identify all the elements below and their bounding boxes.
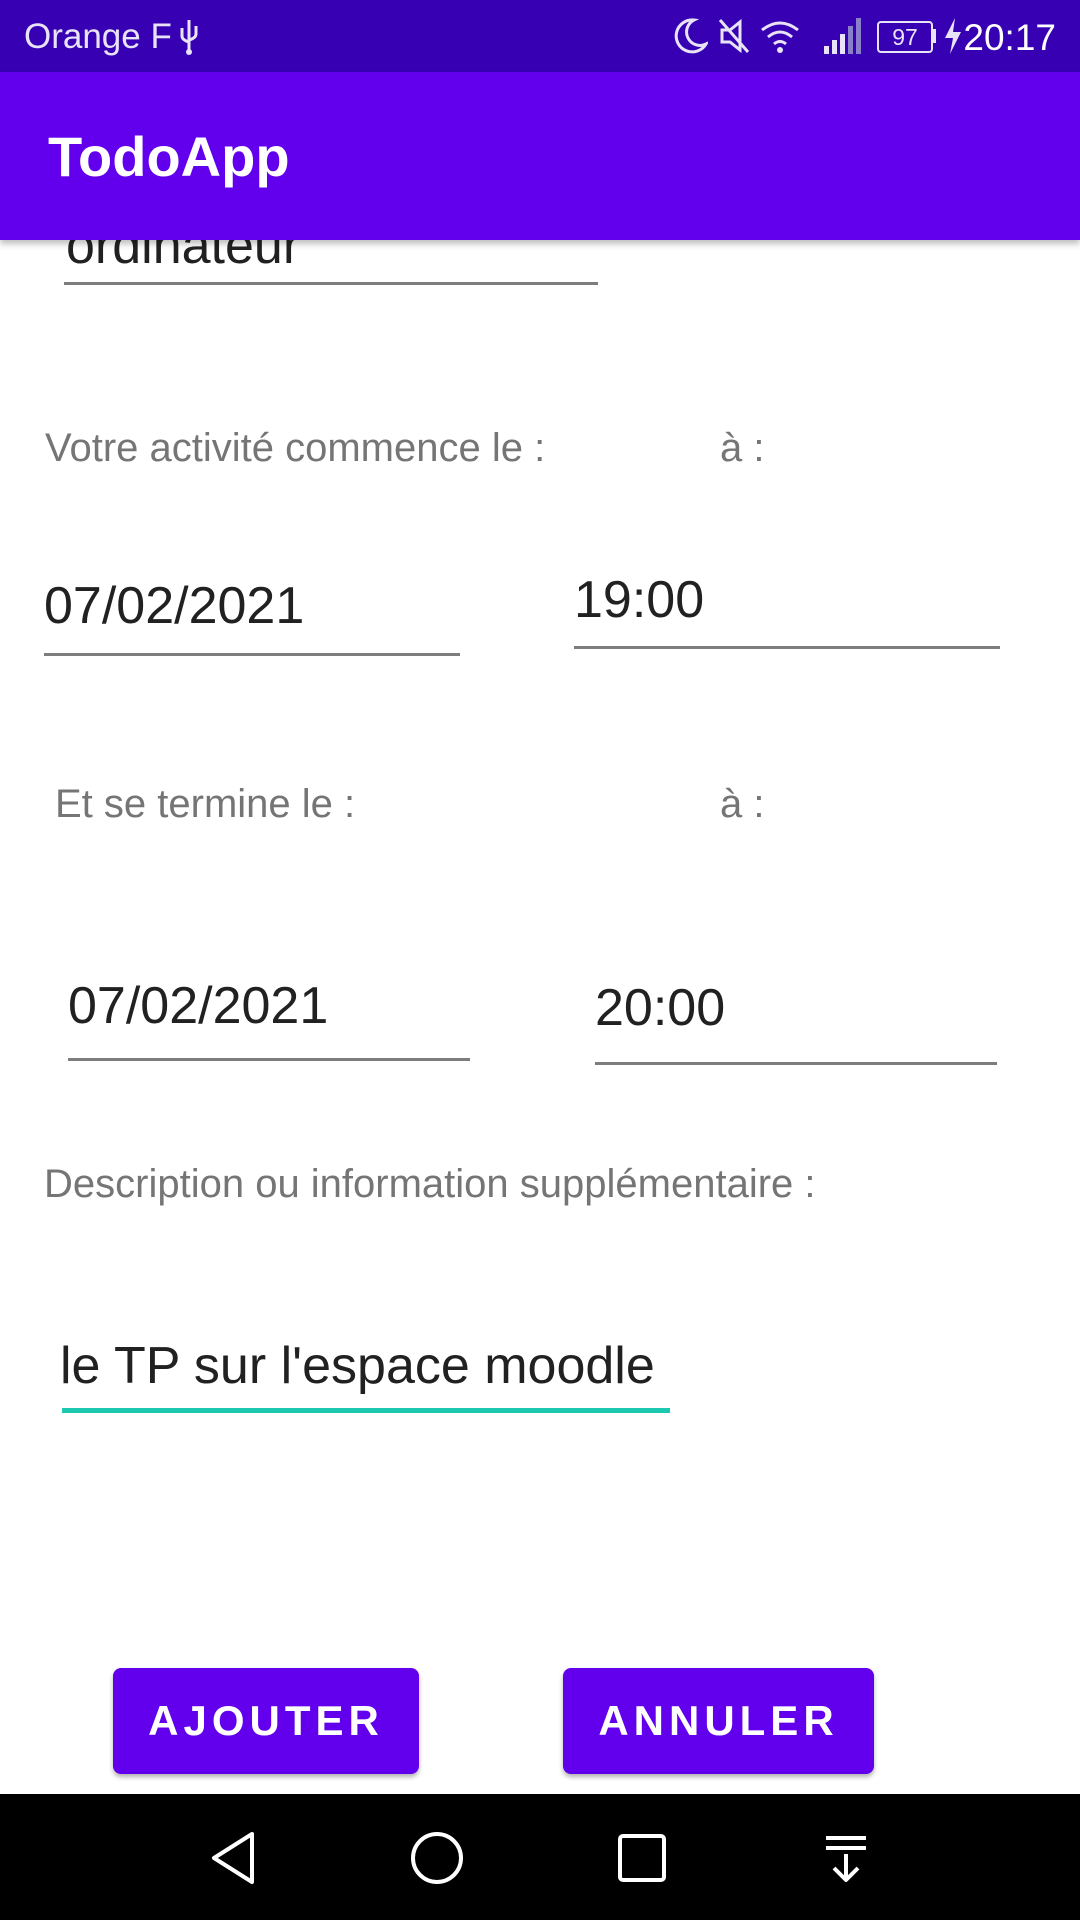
app-title: TodoApp	[48, 125, 290, 188]
end-time-field[interactable]: 20:00	[595, 978, 997, 1058]
battery-tip	[932, 29, 936, 43]
wifi-icon	[761, 21, 799, 53]
end-date-label: Et se termine le :	[55, 782, 356, 826]
start-date-field[interactable]: 07/02/2021	[44, 576, 460, 656]
battery-level: 97	[877, 21, 933, 53]
end-time-value: 20:00	[595, 979, 726, 1037]
title-field-underline	[64, 282, 598, 285]
start-date-value: 07/02/2021	[44, 577, 305, 635]
signal-strength-icon	[824, 18, 861, 54]
start-time-value: 19:00	[574, 571, 705, 629]
description-field[interactable]: le TP sur l'espace moodle	[60, 1336, 670, 1416]
description-value: le TP sur l'espace moodle	[60, 1337, 655, 1395]
add-button[interactable]: AJOUTER	[113, 1668, 419, 1774]
description-underline-focused	[62, 1408, 670, 1413]
charging-bolt-icon	[945, 18, 961, 54]
status-clock: 20:17	[963, 17, 1056, 58]
carrier-name: Orange F	[24, 17, 172, 56]
cancel-button[interactable]: ANNULER	[563, 1668, 874, 1774]
end-time-label: à :	[720, 782, 765, 826]
form: ordinateur Votre activité commence le : …	[0, 217, 1080, 1794]
start-time-underline	[574, 646, 1000, 649]
back-icon[interactable]	[206, 1828, 262, 1888]
home-icon[interactable]	[409, 1828, 465, 1888]
do-not-disturb-moon-icon	[674, 18, 708, 54]
silent-mode-icon	[718, 18, 750, 54]
start-time-field[interactable]: 19:00	[574, 570, 1000, 650]
end-date-field[interactable]: 07/02/2021	[68, 976, 470, 1056]
usb-icon	[180, 20, 198, 55]
start-time-label: à :	[720, 426, 765, 470]
end-time-underline	[595, 1062, 997, 1065]
recents-icon[interactable]	[614, 1828, 670, 1888]
app-bar: TodoApp	[0, 72, 1080, 240]
notifications-icon[interactable]	[818, 1828, 874, 1888]
navigation-bar	[0, 1794, 1080, 1920]
start-date-underline	[44, 653, 460, 656]
status-bar: Orange F 97 20:17	[0, 0, 1080, 72]
start-date-label: Votre activité commence le :	[45, 426, 546, 470]
end-date-underline	[68, 1058, 470, 1061]
end-date-value: 07/02/2021	[68, 977, 329, 1035]
description-label: Description ou information supplémentair…	[44, 1162, 816, 1206]
